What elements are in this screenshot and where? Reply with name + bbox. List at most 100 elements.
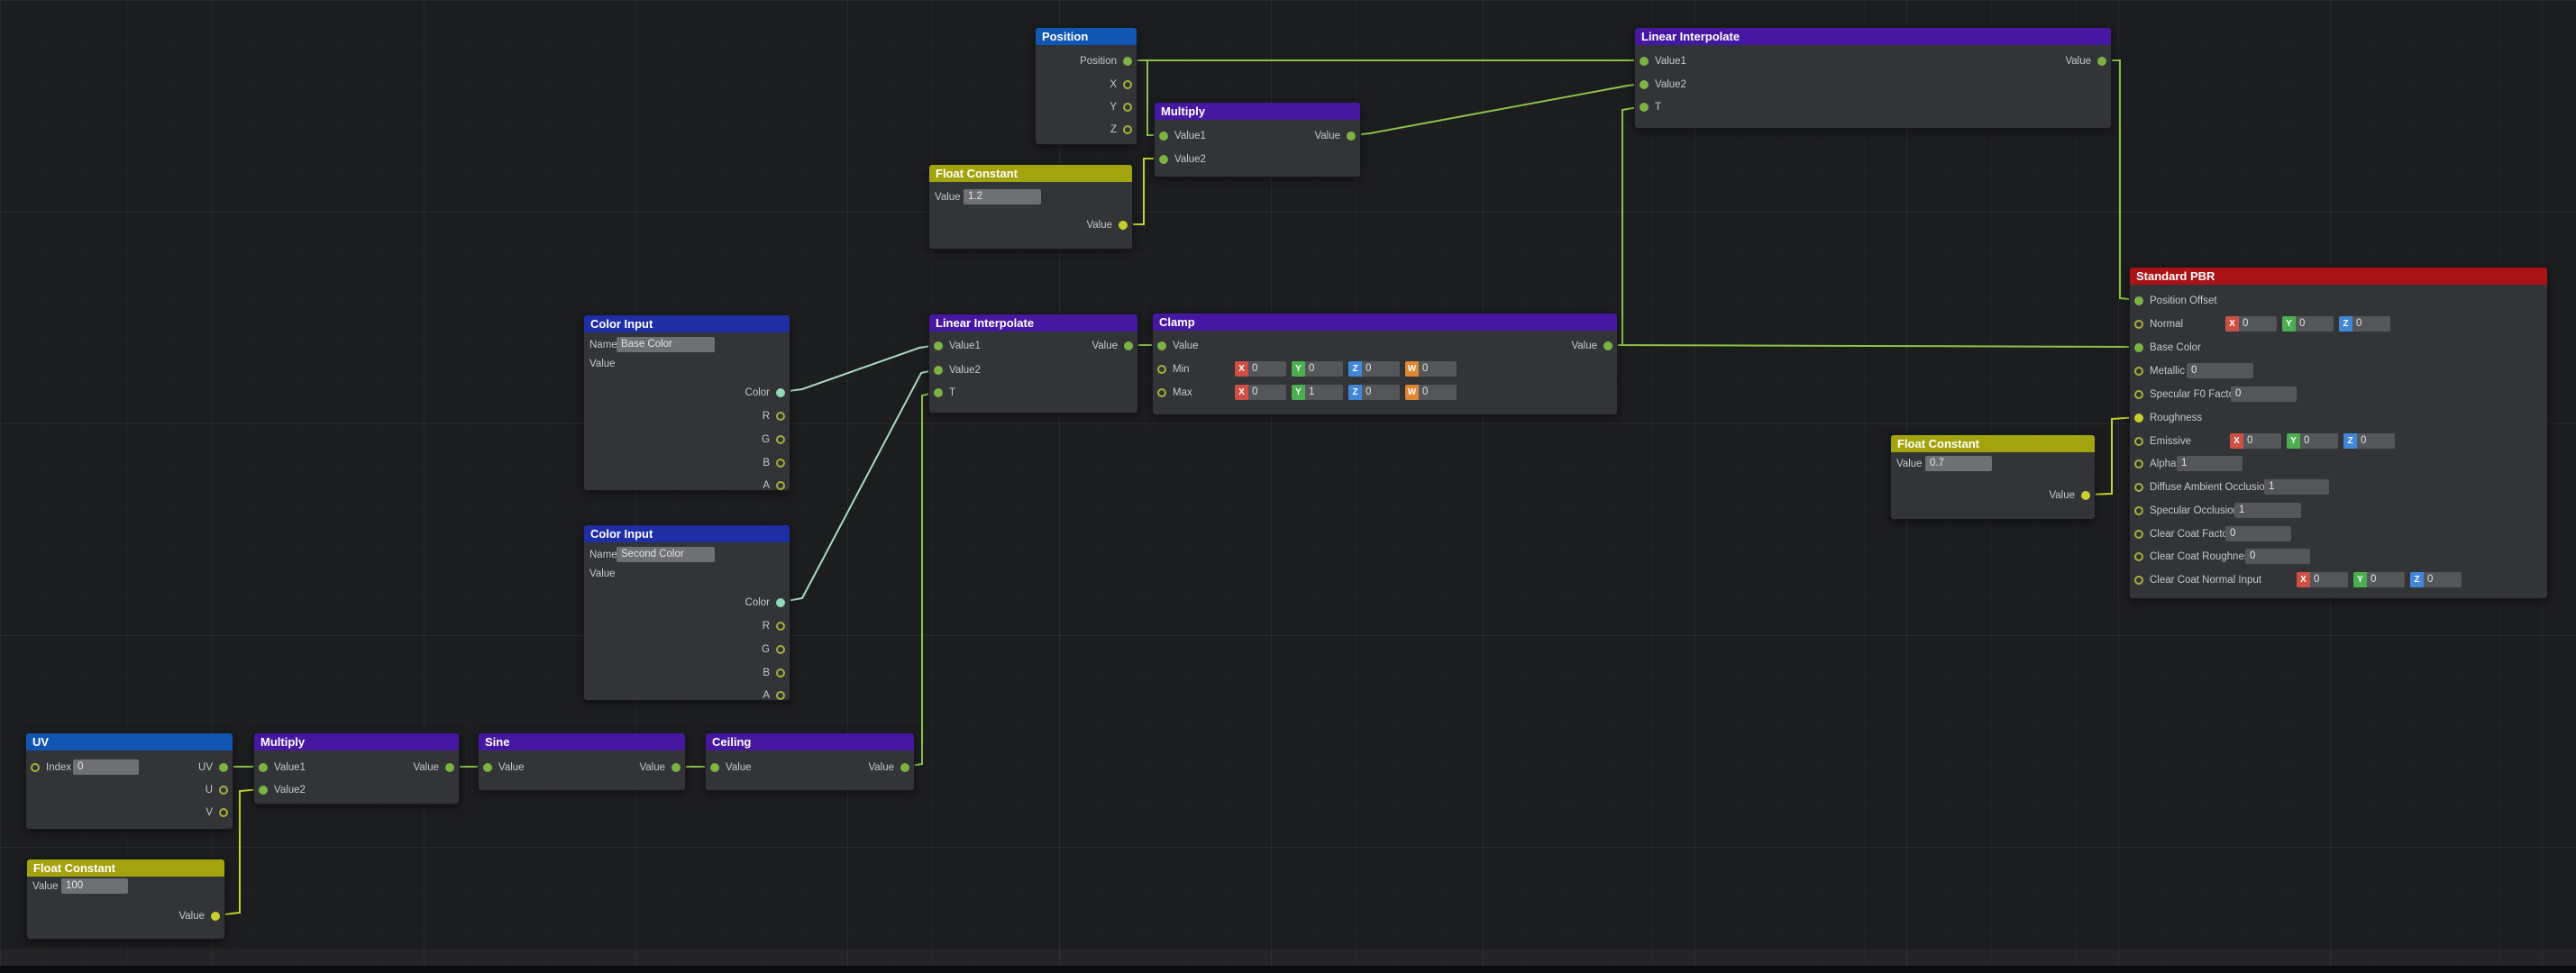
field-emissive-z[interactable]: Z0 bbox=[2343, 433, 2395, 449]
port-in-normal[interactable] bbox=[2134, 320, 2143, 329]
field-value-input[interactable]: 100 bbox=[61, 878, 128, 894]
field-name-input[interactable]: Second Color bbox=[617, 547, 715, 562]
axis-value[interactable]: 0 bbox=[2243, 433, 2252, 449]
node-header[interactable]: Float Constant bbox=[27, 859, 224, 877]
port-out-x[interactable] bbox=[1123, 80, 1132, 89]
field-clear-coat-roughness-input[interactable]: 0 bbox=[2245, 549, 2310, 564]
port-in-roughness[interactable] bbox=[2134, 414, 2143, 423]
axis-value[interactable]: 0 bbox=[2310, 572, 2319, 587]
port-out-uv[interactable] bbox=[219, 763, 228, 772]
node-linear-interpolate-top[interactable]: Linear InterpolateValue1Value2TValue bbox=[1634, 27, 2112, 129]
field-normal-y[interactable]: Y0 bbox=[2282, 316, 2334, 332]
node-header[interactable]: Standard PBR bbox=[2130, 268, 2547, 285]
port-out-z[interactable] bbox=[1123, 125, 1132, 134]
port-out-color[interactable] bbox=[776, 598, 785, 607]
node-header[interactable]: Ceiling bbox=[706, 733, 914, 750]
axis-value[interactable]: 0 bbox=[2352, 316, 2361, 332]
field-min-z[interactable]: Z0 bbox=[1348, 361, 1400, 377]
port-out-position[interactable] bbox=[1123, 57, 1132, 66]
port-in-clear-coat-normal-input[interactable] bbox=[2134, 576, 2143, 585]
node-float-constant-3[interactable]: Float ConstantValue100Value bbox=[26, 859, 225, 940]
axis-value[interactable]: 0 bbox=[1248, 361, 1257, 377]
port-out-g[interactable] bbox=[776, 645, 785, 654]
field-name-input[interactable]: Base Color bbox=[617, 337, 715, 352]
port-in-emissive[interactable] bbox=[2134, 437, 2143, 446]
axis-value[interactable]: 0 bbox=[1362, 385, 1371, 400]
node-ceiling[interactable]: CeilingValueValue bbox=[705, 732, 915, 791]
node-header[interactable]: UV bbox=[26, 733, 233, 750]
port-in-specular-occlusion[interactable] bbox=[2134, 506, 2143, 515]
node-color-input-base-color[interactable]: Color InputNameBase ColorValueColorRGBA bbox=[583, 314, 790, 491]
node-linear-interpolate-mid[interactable]: Linear InterpolateValue1Value2TValue bbox=[928, 314, 1138, 414]
port-out-value[interactable] bbox=[671, 763, 681, 772]
port-out-a[interactable] bbox=[776, 481, 785, 490]
port-in-max[interactable] bbox=[1157, 388, 1166, 397]
port-out-v[interactable] bbox=[219, 808, 228, 817]
axis-value[interactable]: 1 bbox=[1305, 385, 1314, 400]
axis-value[interactable]: 0 bbox=[2239, 316, 2248, 332]
axis-value[interactable]: 0 bbox=[1248, 385, 1257, 400]
port-in-min[interactable] bbox=[1157, 365, 1166, 374]
port-in-metallic[interactable] bbox=[2134, 367, 2143, 376]
node-header[interactable]: Position bbox=[1036, 28, 1137, 45]
port-out-value[interactable] bbox=[1347, 132, 1356, 141]
field-diffuse-ambient-occlusion-input[interactable]: 1 bbox=[2264, 479, 2329, 495]
field-normal-z[interactable]: Z0 bbox=[2339, 316, 2390, 332]
field-clear-coat-normal-input-y[interactable]: Y0 bbox=[2353, 572, 2405, 587]
node-uv[interactable]: UVIndex0UVUV bbox=[25, 732, 233, 830]
field-metallic-input[interactable]: 0 bbox=[2187, 363, 2253, 378]
field-min-x[interactable]: X0 bbox=[1235, 361, 1286, 377]
node-color-input-second-color[interactable]: Color InputNameSecond ColorValueColorRGB… bbox=[583, 524, 790, 701]
port-in-alpha[interactable] bbox=[2134, 459, 2143, 468]
field-clear-coat-normal-input-z[interactable]: Z0 bbox=[2410, 572, 2462, 587]
node-header[interactable]: Color Input bbox=[584, 315, 790, 332]
node-clamp[interactable]: ClampValueMinX0Y0Z0W0MaxX0Y1Z0W0Value bbox=[1152, 313, 1618, 415]
field-specular-occlusion-input[interactable]: 1 bbox=[2234, 503, 2301, 518]
field-emissive-y[interactable]: Y0 bbox=[2287, 433, 2338, 449]
node-header[interactable]: Linear Interpolate bbox=[929, 314, 1137, 332]
axis-value[interactable]: 0 bbox=[1419, 385, 1428, 400]
field-clear-coat-factor-input[interactable]: 0 bbox=[2225, 526, 2291, 541]
node-multiply-top[interactable]: MultiplyValue1Value2Value bbox=[1154, 102, 1361, 177]
node-position[interactable]: PositionPositionXYZ bbox=[1035, 27, 1137, 145]
port-out-value[interactable] bbox=[2081, 491, 2090, 500]
port-out-value[interactable] bbox=[2097, 57, 2106, 66]
node-float-constant-2[interactable]: Float ConstantValue0.7Value bbox=[1890, 434, 2096, 520]
node-header[interactable]: Float Constant bbox=[929, 165, 1132, 182]
port-in-value2[interactable] bbox=[1640, 80, 1649, 89]
port-out-y[interactable] bbox=[1123, 103, 1132, 112]
port-out-value[interactable] bbox=[211, 912, 220, 921]
port-in-clear-coat-factor[interactable] bbox=[2134, 530, 2143, 539]
field-max-y[interactable]: Y1 bbox=[1292, 385, 1343, 400]
axis-value[interactable]: 0 bbox=[1362, 361, 1371, 377]
node-header[interactable]: Multiply bbox=[1155, 103, 1360, 120]
field-value-input[interactable]: 1.2 bbox=[964, 189, 1041, 205]
node-header[interactable]: Multiply bbox=[254, 733, 459, 750]
field-value-input[interactable]: 0.7 bbox=[1925, 456, 1992, 471]
port-out-value[interactable] bbox=[1603, 341, 1612, 350]
field-clear-coat-normal-input-x[interactable]: X0 bbox=[2297, 572, 2348, 587]
field-min-w[interactable]: W0 bbox=[1405, 361, 1457, 377]
axis-value[interactable]: 0 bbox=[1419, 361, 1428, 377]
port-in-specular-f0-factor[interactable] bbox=[2134, 390, 2143, 399]
port-out-g[interactable] bbox=[776, 435, 785, 444]
port-out-color[interactable] bbox=[776, 388, 785, 397]
port-out-value[interactable] bbox=[1119, 221, 1128, 230]
port-out-r[interactable] bbox=[776, 412, 785, 421]
node-header[interactable]: Float Constant bbox=[1891, 435, 2095, 452]
axis-value[interactable]: 0 bbox=[2357, 433, 2366, 449]
port-out-a[interactable] bbox=[776, 691, 785, 700]
node-float-constant-1[interactable]: Float ConstantValue1.2Value bbox=[928, 164, 1133, 250]
node-multiply-bottom[interactable]: MultiplyValue1Value2Value bbox=[253, 732, 460, 805]
field-max-z[interactable]: Z0 bbox=[1348, 385, 1400, 400]
port-in-value2[interactable] bbox=[934, 366, 943, 375]
port-in-value2[interactable] bbox=[1159, 155, 1168, 164]
port-in-position-offset[interactable] bbox=[2134, 296, 2143, 305]
port-in-base-color[interactable] bbox=[2134, 343, 2143, 352]
axis-value[interactable]: 0 bbox=[2367, 572, 2376, 587]
axis-value[interactable]: 0 bbox=[2300, 433, 2309, 449]
port-in-t[interactable] bbox=[934, 388, 943, 397]
node-sine[interactable]: SineValueValue bbox=[478, 732, 686, 791]
field-emissive-x[interactable]: X0 bbox=[2230, 433, 2281, 449]
port-out-r[interactable] bbox=[776, 622, 785, 631]
